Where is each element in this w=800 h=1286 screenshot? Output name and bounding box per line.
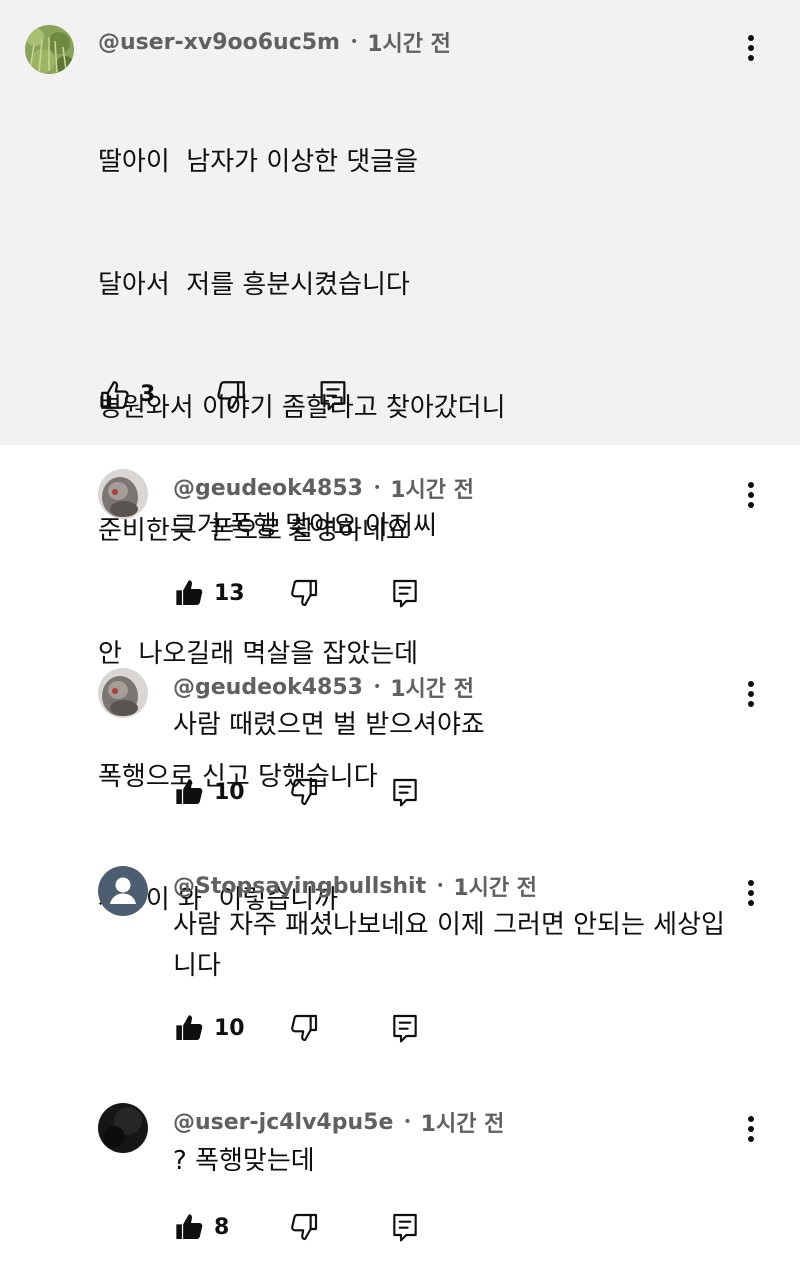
like-button[interactable] bbox=[173, 1211, 205, 1243]
reply-comment-icon bbox=[393, 1213, 417, 1242]
reply-button[interactable] bbox=[389, 577, 421, 609]
more-vert-icon[interactable] bbox=[739, 1114, 763, 1144]
comment-meta: @geudeok4853 • 1시간 전 bbox=[173, 671, 474, 703]
comment-time: 1시간 전 bbox=[390, 478, 474, 503]
like-count: 3 bbox=[140, 382, 156, 407]
like-count: 10 bbox=[214, 780, 245, 805]
comment-line: 안 나오길래 멱살을 잡았는데 bbox=[98, 639, 419, 669]
more-vert-icon[interactable] bbox=[739, 33, 763, 63]
dislike-button[interactable] bbox=[214, 378, 248, 412]
like-button[interactable] bbox=[98, 378, 132, 412]
parent-comment: @user-xv9oo6uc5m • 1시간 전 딸아이 남자가 이상한 댓글을… bbox=[0, 0, 800, 915]
dislike-button[interactable] bbox=[288, 1012, 320, 1044]
comment-actions: 10 bbox=[173, 1012, 433, 1048]
comment-author[interactable]: @Stopsayingbullshit bbox=[173, 874, 426, 899]
more-vert-icon[interactable] bbox=[739, 480, 763, 510]
thumbs-up-icon bbox=[176, 779, 203, 804]
comment-author[interactable]: @user-xv9oo6uc5m bbox=[98, 30, 340, 55]
comment-meta: @user-jc4lv4pu5e • 1시간 전 bbox=[173, 1106, 504, 1138]
comment-actions: 10 bbox=[173, 776, 433, 812]
thumbs-down-icon bbox=[291, 1014, 318, 1042]
like-count: 10 bbox=[214, 1016, 245, 1041]
like-button[interactable] bbox=[173, 1012, 205, 1044]
dislike-button[interactable] bbox=[288, 1211, 320, 1243]
avatar[interactable] bbox=[98, 1103, 148, 1153]
separator-dot: • bbox=[349, 34, 359, 50]
separator-dot: • bbox=[372, 679, 382, 695]
thumbs-down-icon bbox=[291, 579, 318, 607]
reply-comment-icon bbox=[393, 778, 417, 807]
thumbs-up-icon bbox=[176, 1214, 203, 1239]
comment-author[interactable]: @geudeok4853 bbox=[173, 675, 363, 700]
comment-time: 1시간 전 bbox=[420, 1112, 505, 1137]
reply-button[interactable] bbox=[389, 1012, 421, 1044]
like-count: 8 bbox=[214, 1215, 230, 1240]
comment-author[interactable]: @geudeok4853 bbox=[173, 476, 363, 501]
comment-actions: 3 bbox=[98, 378, 358, 414]
comment-line: 딸아이 남자가 이상한 댓글을 bbox=[98, 147, 419, 177]
more-vert-icon[interactable] bbox=[739, 878, 763, 908]
comment-time: 1시간 전 bbox=[390, 677, 474, 702]
comment-meta: @user-xv9oo6uc5m • 1시간 전 bbox=[98, 26, 451, 58]
reply-comment-icon bbox=[393, 579, 417, 608]
thumbs-up-icon bbox=[101, 381, 129, 409]
thumbs-up-icon bbox=[176, 1015, 203, 1040]
reply-button[interactable] bbox=[316, 378, 350, 412]
default-avatar-icon[interactable] bbox=[98, 866, 148, 916]
more-vert-icon[interactable] bbox=[739, 679, 763, 709]
reply-button[interactable] bbox=[389, 1211, 421, 1243]
reply-comment-icon bbox=[393, 1014, 417, 1043]
separator-dot: • bbox=[372, 480, 382, 496]
comment-actions: 8 bbox=[173, 1211, 433, 1247]
comment-author[interactable]: @user-jc4lv4pu5e bbox=[173, 1110, 393, 1135]
like-button[interactable] bbox=[173, 776, 205, 808]
dislike-button[interactable] bbox=[288, 577, 320, 609]
thumbs-up-icon bbox=[176, 580, 203, 605]
avatar[interactable] bbox=[98, 469, 148, 519]
comment-actions: 13 bbox=[173, 577, 433, 613]
comment-text: ? 폭행맞는데 bbox=[173, 1146, 315, 1176]
reply-comment-icon bbox=[320, 381, 346, 411]
comment-text: 그거 폭행 맞아요 아저씨 bbox=[173, 511, 437, 541]
avatar[interactable] bbox=[25, 25, 74, 74]
avatar[interactable] bbox=[98, 668, 148, 718]
dislike-button[interactable] bbox=[288, 776, 320, 808]
comment-time: 1시간 전 bbox=[453, 876, 538, 901]
thumbs-down-icon bbox=[291, 1213, 318, 1241]
like-count: 13 bbox=[214, 581, 245, 606]
separator-dot: • bbox=[436, 878, 445, 894]
comment-meta: @geudeok4853 • 1시간 전 bbox=[173, 472, 474, 504]
comment-text: 사람 때렸으면 벌 받으셔야죠 bbox=[173, 710, 485, 740]
comment-time: 1시간 전 bbox=[367, 32, 451, 57]
thumbs-down-icon bbox=[291, 778, 318, 806]
like-button[interactable] bbox=[173, 577, 205, 609]
comment-meta: @Stopsayingbullshit • 1시간 전 bbox=[173, 870, 537, 902]
thumbs-down-icon bbox=[217, 381, 245, 409]
comment-text: 사람 자주 패셨나보네요 이제 그러면 안되는 세상입 니다 bbox=[173, 910, 725, 981]
reply-button[interactable] bbox=[389, 776, 421, 808]
comment-line: 달아서 저를 흥분시켰습니다 bbox=[98, 270, 410, 300]
separator-dot: • bbox=[403, 1114, 412, 1130]
